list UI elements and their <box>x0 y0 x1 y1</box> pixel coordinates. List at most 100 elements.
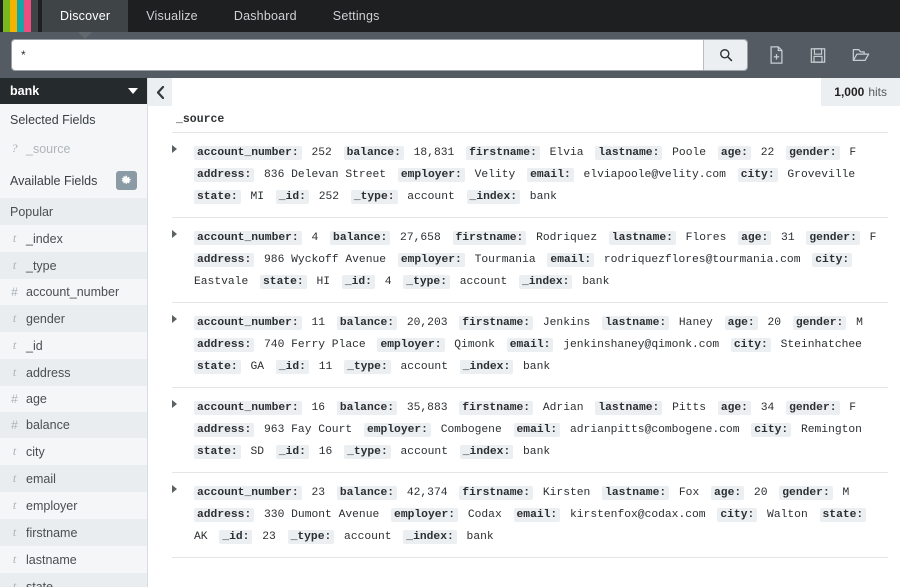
field-value: SD <box>241 446 276 458</box>
field-value: 31 <box>771 232 806 244</box>
field-value: Remington <box>791 424 867 436</box>
hits-label: hits <box>868 85 887 99</box>
caret-right-icon <box>172 315 177 323</box>
hits-count: 1,000 <box>834 85 864 99</box>
field-key: employer: <box>398 253 465 267</box>
field-item-lastname[interactable]: tlastname <box>0 546 147 573</box>
field-key: city: <box>731 338 771 352</box>
field-name-label: balance <box>26 418 70 432</box>
field-value: M <box>846 317 868 329</box>
save-search-icon[interactable] <box>810 47 826 64</box>
field-key: age: <box>718 146 751 160</box>
query-bar <box>0 32 900 78</box>
expand-row-button[interactable] <box>172 397 194 408</box>
field-type-icon: t <box>10 498 19 513</box>
field-key: _type: <box>403 275 450 289</box>
field-item-source[interactable]: ?_source <box>0 135 147 162</box>
new-search-icon[interactable] <box>769 46 784 64</box>
kibana-logo <box>0 0 42 32</box>
field-type-icon: t <box>10 525 19 540</box>
field-key: lastname: <box>602 316 669 330</box>
field-item-id[interactable]: t_id <box>0 332 147 359</box>
field-key: employer: <box>391 508 458 522</box>
field-type-icon: t <box>10 231 19 246</box>
tab-discover[interactable]: Discover <box>42 0 128 32</box>
field-item-city[interactable]: tcity <box>0 438 147 465</box>
expand-row-button[interactable] <box>172 312 194 323</box>
field-key: employer: <box>364 423 431 437</box>
open-search-icon[interactable] <box>852 47 870 63</box>
table-row: account_number: 11 balance: 20,203 first… <box>172 303 888 388</box>
field-key: city: <box>751 423 791 437</box>
field-name-label: _id <box>26 339 43 353</box>
expand-row-button[interactable] <box>172 482 194 493</box>
tab-dashboard[interactable]: Dashboard <box>216 0 315 32</box>
field-value: 4 <box>375 276 403 288</box>
search-input[interactable] <box>12 40 703 70</box>
field-type-icon: t <box>10 444 19 459</box>
field-key: gender: <box>779 486 832 500</box>
field-item-employer[interactable]: temployer <box>0 492 147 519</box>
field-item-balance[interactable]: #balance <box>0 412 147 438</box>
field-type-icon: t <box>10 579 19 587</box>
field-name-label: gender <box>26 312 65 326</box>
field-value: 16 <box>302 402 337 414</box>
field-item-address[interactable]: taddress <box>0 359 147 386</box>
field-value: F <box>860 232 882 244</box>
field-settings-button[interactable] <box>116 171 137 190</box>
field-key: address: <box>194 168 254 182</box>
field-key: employer: <box>377 338 444 352</box>
field-key: gender: <box>806 231 859 245</box>
field-type-icon: # <box>10 392 19 406</box>
table-row: account_number: 252 balance: 18,831 firs… <box>172 133 888 218</box>
caret-right-icon <box>172 145 177 153</box>
field-item-index[interactable]: t_index <box>0 225 147 252</box>
expand-row-button[interactable] <box>172 142 194 153</box>
field-item-state[interactable]: tstate <box>0 573 147 587</box>
field-key: city: <box>812 253 852 267</box>
popular-fields-label: Popular <box>0 198 147 225</box>
field-key: _type: <box>344 360 391 374</box>
field-value: Combogene <box>431 424 514 436</box>
field-name-label: _type <box>26 259 57 273</box>
field-key: address: <box>194 508 254 522</box>
available-fields-label: Available Fields <box>10 174 97 188</box>
logo-bar-1 <box>10 0 17 32</box>
field-type-icon: t <box>10 311 19 326</box>
field-key: state: <box>194 445 241 459</box>
available-fields-list: t_indext_type#account_numbertgendert_idt… <box>0 225 147 587</box>
field-key: email: <box>527 168 574 182</box>
field-item-email[interactable]: temail <box>0 465 147 492</box>
field-value: MI <box>241 191 276 203</box>
field-item-firstname[interactable]: tfirstname <box>0 519 147 546</box>
field-value: Walton <box>757 509 819 521</box>
field-key: _index: <box>519 275 572 289</box>
query-bar-actions <box>769 46 888 64</box>
field-item-account_number[interactable]: #account_number <box>0 279 147 305</box>
field-type-icon: ? <box>10 141 19 156</box>
field-value: Jenkins <box>533 317 602 329</box>
field-value: 42,374 <box>397 487 459 499</box>
document-source-cell: account_number: 16 balance: 35,883 first… <box>194 397 888 463</box>
field-value: 986 Wyckoff Avenue <box>254 254 398 266</box>
document-source-cell: account_number: 23 balance: 42,374 first… <box>194 482 888 548</box>
field-key: account_number: <box>194 401 302 415</box>
tab-visualize[interactable]: Visualize <box>128 0 216 32</box>
collapse-sidebar-button[interactable] <box>148 78 172 106</box>
field-item-age[interactable]: #age <box>0 386 147 412</box>
field-key: state: <box>260 275 307 289</box>
document-source-cell: account_number: 252 balance: 18,831 firs… <box>194 142 888 208</box>
search-submit-button[interactable] <box>703 40 747 70</box>
field-value: 20 <box>758 317 793 329</box>
field-key: firstname: <box>459 486 533 500</box>
field-value: account <box>391 361 460 373</box>
field-item-gender[interactable]: tgender <box>0 305 147 332</box>
expand-row-button[interactable] <box>172 227 194 238</box>
field-name-label: email <box>26 472 56 486</box>
field-key: email: <box>514 508 561 522</box>
tab-settings[interactable]: Settings <box>315 0 398 32</box>
logo-bar-4 <box>31 0 38 32</box>
index-pattern-selector[interactable]: bank <box>0 78 147 104</box>
field-item-type[interactable]: t_type <box>0 252 147 279</box>
field-value: F <box>840 147 862 159</box>
